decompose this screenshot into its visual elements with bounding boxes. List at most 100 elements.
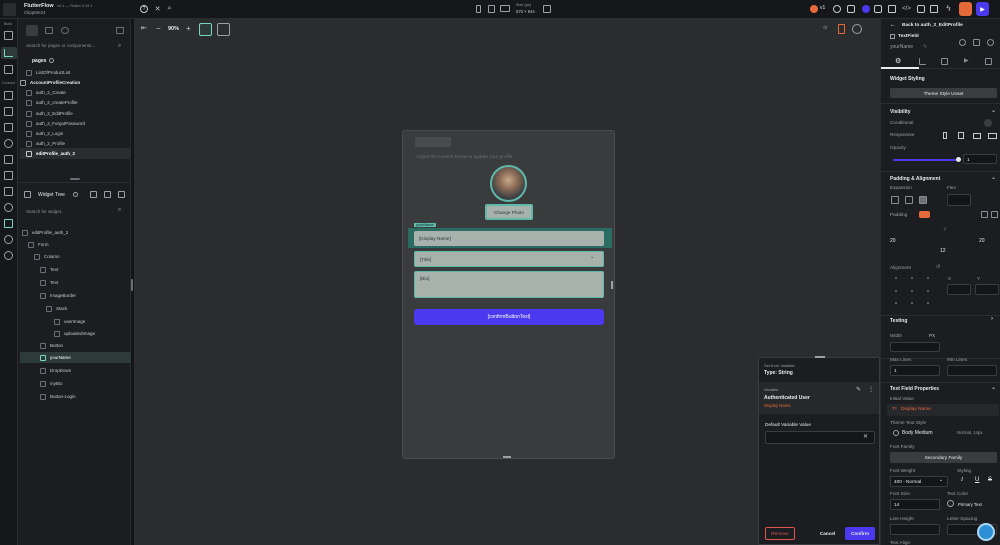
bottom-resize-handle[interactable] <box>503 456 511 458</box>
align-y-input[interactable] <box>975 284 999 295</box>
font-family-button[interactable]: Secondary Family <box>890 452 997 463</box>
align-dot[interactable] <box>911 302 913 304</box>
phone-visibility-icon[interactable] <box>943 132 947 139</box>
app-state-icon[interactable] <box>4 123 13 132</box>
share-icon[interactable] <box>874 5 882 13</box>
chevron-down-icon[interactable]: ⌄ <box>991 384 996 391</box>
desktop-icon[interactable] <box>500 5 510 12</box>
dialog-handle[interactable] <box>815 356 825 358</box>
storyboard-icon[interactable] <box>4 65 13 74</box>
opacity-slider[interactable] <box>893 159 959 161</box>
padding-paste-icon[interactable] <box>991 211 998 218</box>
align-x-input[interactable] <box>947 284 971 295</box>
color-swatch[interactable] <box>947 500 954 507</box>
align-dot[interactable] <box>927 277 929 279</box>
custom-code-icon[interactable] <box>4 171 13 180</box>
min-lines-input[interactable] <box>947 365 997 376</box>
align-dot[interactable] <box>927 290 929 292</box>
fit-screen-icon[interactable] <box>199 23 212 36</box>
flex-input[interactable] <box>947 194 971 206</box>
pad-bottom-value[interactable]: 12 <box>940 248 946 254</box>
search-icon[interactable]: ⌕ <box>165 4 174 13</box>
add-folder-icon[interactable] <box>116 27 124 34</box>
test-icon[interactable] <box>4 219 13 228</box>
opacity-input[interactable]: 1 <box>963 154 997 164</box>
chevron-down-icon[interactable]: ⌄ <box>991 107 996 114</box>
ai-tab-icon[interactable] <box>985 58 992 65</box>
chat-icon[interactable] <box>847 5 855 13</box>
text-field-props-title[interactable]: Text Field Properties <box>890 386 939 392</box>
api-icon[interactable] <box>4 139 13 148</box>
reset-icon[interactable]: ↺ <box>936 264 940 270</box>
bug-icon[interactable] <box>833 5 841 13</box>
remove-button[interactable]: Remove <box>765 527 795 540</box>
theme-icon[interactable] <box>4 187 13 196</box>
edit-icon[interactable]: ✎ <box>856 386 861 393</box>
backend-query-icon[interactable] <box>941 58 948 65</box>
lock-icon[interactable] <box>90 191 97 198</box>
page-item-selected[interactable]: editProfile_auth_2 <box>20 148 131 159</box>
rotate-icon[interactable] <box>543 5 551 13</box>
side-resize-handle[interactable] <box>611 281 613 289</box>
confirm-dialog-button[interactable]: Confirm <box>845 527 875 540</box>
expansion-flexible-icon[interactable] <box>905 196 913 204</box>
max-lines-input[interactable]: 1 <box>890 365 940 376</box>
media-icon[interactable] <box>4 155 13 164</box>
copy-icon[interactable] <box>917 5 925 13</box>
chevron-right-icon[interactable]: › <box>991 316 993 322</box>
rename-icon[interactable]: ✎ <box>923 44 927 50</box>
padding-copy-icon[interactable] <box>981 211 988 218</box>
clear-icon[interactable]: ✕ <box>863 433 868 440</box>
integrations-icon[interactable] <box>4 235 13 244</box>
data-types-icon[interactable] <box>4 91 13 100</box>
width-unit[interactable]: PX <box>929 333 935 338</box>
italic-icon[interactable]: I <box>961 477 963 483</box>
device-icon[interactable] <box>838 24 845 34</box>
firestore-icon[interactable] <box>4 107 13 116</box>
align-dot[interactable] <box>895 277 897 279</box>
cloud-icon[interactable] <box>4 203 13 212</box>
page-item[interactable]: auth_2_createProfile <box>26 97 137 108</box>
tab-components[interactable] <box>45 27 53 34</box>
project-name[interactable]: ClippMe24 <box>24 10 46 15</box>
light-mode-icon[interactable]: ☼ <box>822 24 828 31</box>
tablet-icon[interactable] <box>488 5 495 13</box>
left-panel-resize-handle[interactable] <box>131 279 133 291</box>
full-screen-icon[interactable] <box>217 23 230 36</box>
page-search-input[interactable]: Search for pages or components... <box>26 43 126 52</box>
collapse-panel-icon[interactable]: ⇤ <box>141 24 147 32</box>
underline-icon[interactable]: U <box>975 477 979 483</box>
globe-icon[interactable] <box>852 24 862 34</box>
style-radio[interactable] <box>893 430 899 436</box>
pages-section-title[interactable]: pages <box>32 58 46 64</box>
width-input[interactable] <box>890 342 940 352</box>
align-dot[interactable] <box>895 290 897 292</box>
avatar[interactable] <box>490 165 527 202</box>
help-chat-icon[interactable] <box>977 523 995 541</box>
collapse-icon[interactable] <box>118 191 125 198</box>
padding-link-toggle[interactable] <box>919 211 930 218</box>
device-size-value[interactable]: 570 × 944 <box>516 9 535 14</box>
tree-node[interactable]: Form <box>28 239 139 250</box>
variable-card[interactable]: Variable Authenticated User Display Name… <box>759 382 879 414</box>
pad-left-value[interactable]: 20 <box>890 238 896 244</box>
padding-alignment-title[interactable]: Padding & Alignment <box>890 176 940 182</box>
font-size-input[interactable]: 14 <box>890 499 940 510</box>
tree-node-selected[interactable]: yourName <box>20 352 131 363</box>
help-icon[interactable]: ? <box>140 5 148 13</box>
tree-node[interactable]: editProfile_auth_2 <box>22 227 133 238</box>
widget-name[interactable]: yourName <box>890 44 913 50</box>
pages-icon[interactable] <box>4 31 13 40</box>
tab-library[interactable] <box>61 27 69 34</box>
conditional-toggle[interactable] <box>984 119 992 127</box>
align-dot[interactable] <box>911 277 913 279</box>
default-value-input[interactable] <box>765 431 875 444</box>
zoom-level[interactable]: 90% <box>168 26 179 32</box>
back-arrow-icon[interactable]: ← <box>890 22 896 28</box>
align-dot[interactable] <box>895 302 897 304</box>
run-icon[interactable]: ▶ <box>976 2 989 16</box>
line-height-input[interactable] <box>890 524 940 535</box>
actions-tab-icon[interactable] <box>919 58 926 65</box>
align-dot[interactable] <box>927 302 929 304</box>
wrap-icon[interactable] <box>973 39 980 46</box>
